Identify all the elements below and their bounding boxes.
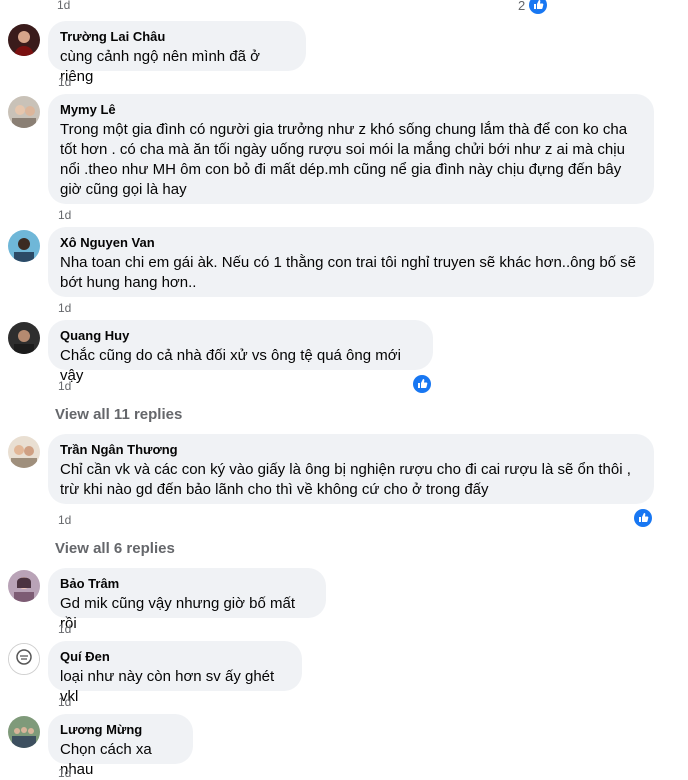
like-icon[interactable]	[634, 509, 652, 527]
comment-bubble: Trường Lai Châu cùng cảnh ngộ nên mình đ…	[48, 21, 306, 85]
comment-time[interactable]: 1d	[58, 75, 71, 89]
comment-text-line: giờ cũng gọi là hay	[60, 181, 187, 198]
comment-bubble: Quang Huy Chắc cũng do cả nhà đối xử vs …	[48, 320, 433, 384]
comment-author[interactable]: Trường Lai Châu	[60, 29, 294, 45]
comment-text-line: tốt hơn . có cha mà ăn tối ngày uống rượ…	[60, 141, 625, 158]
like-icon[interactable]	[413, 375, 431, 393]
comment-text: Chắc cũng do cả nhà đối xử vs ông tệ quá…	[60, 347, 401, 384]
avatar[interactable]	[8, 716, 40, 748]
comment-time[interactable]: 1d	[58, 379, 71, 393]
avatar[interactable]	[8, 570, 40, 602]
comment-text-line: Trong một gia đình có người gia trưởng n…	[60, 121, 628, 138]
comment-text-line: bớt hung hang hơn..	[60, 274, 197, 291]
avatar[interactable]	[8, 436, 40, 468]
comment-bubble: Lương Mừng Chọn cách xa nhau	[48, 714, 193, 778]
comment-bubble: Xô Nguyen Van Nha toan chi em gái àk. Nế…	[48, 227, 654, 297]
avatar[interactable]	[8, 24, 40, 56]
comment-text: loại như này còn hơn sv ấy ghét vkl	[60, 668, 275, 705]
like-icon[interactable]	[529, 0, 547, 14]
comment-time[interactable]: 1d	[58, 622, 71, 636]
comment-author[interactable]: Mymy Lê	[60, 102, 642, 118]
comment-bubble: Trần Ngân Thương Chỉ cần vk và các con k…	[48, 434, 654, 504]
avatar[interactable]	[8, 322, 40, 354]
comment-text: Chỉ cần vk và các con ký vào giấy là ông…	[60, 460, 642, 500]
comment-text-line: nổi .theo như MH ôm con bỏ đi mất dép.mh…	[60, 161, 622, 178]
comment-author[interactable]: Trần Ngân Thương	[60, 442, 642, 458]
reaction-count[interactable]: 2	[518, 0, 525, 14]
avatar[interactable]	[8, 230, 40, 262]
comment-text: Trong một gia đình có người gia trưởng n…	[60, 120, 642, 200]
comment-bubble: Bảo Trâm Gd mik cũng vậy nhưng giờ bố mấ…	[48, 568, 326, 632]
comment-author[interactable]: Quí Đen	[60, 649, 290, 665]
comment-text: Nha toan chi em gái àk. Nếu có 1 thằng c…	[60, 253, 642, 293]
avatar[interactable]	[8, 96, 40, 128]
comment-text: cùng cảnh ngộ nên mình đã ở riêng	[60, 48, 260, 85]
avatar[interactable]	[8, 643, 40, 675]
comment-text-line: trừ khi nào gd đến bảo lãnh cho thì về k…	[60, 481, 489, 498]
comment-time[interactable]: 1d	[58, 301, 71, 315]
view-replies-link[interactable]: View all 6 replies	[55, 539, 175, 559]
comment-time[interactable]: 1d	[58, 695, 71, 709]
comment-author[interactable]: Lương Mừng	[60, 722, 181, 738]
comment-bubble: Quí Đen loại như này còn hơn sv ấy ghét …	[48, 641, 302, 705]
comment-text: Gd mik cũng vậy nhưng giờ bố mất rồi	[60, 595, 295, 632]
comment-bubble: Mymy Lê Trong một gia đình có người gia …	[48, 94, 654, 204]
comment-time[interactable]: 1d	[58, 208, 71, 222]
comment-author[interactable]: Quang Huy	[60, 328, 421, 344]
comment-author[interactable]: Bảo Trâm	[60, 576, 314, 592]
comment-time[interactable]: 1d	[57, 0, 70, 12]
comment-time[interactable]: 1d	[58, 766, 71, 780]
comment-time[interactable]: 1d	[58, 513, 71, 527]
comment-author[interactable]: Xô Nguyen Van	[60, 235, 642, 251]
view-replies-link[interactable]: View all 11 replies	[55, 405, 182, 425]
comment-text-line: Nha toan chi em gái àk. Nếu có 1 thằng c…	[60, 254, 637, 271]
comment-text: Chọn cách xa nhau	[60, 741, 152, 778]
comment-text-line: Chỉ cần vk và các con ký vào giấy là ông…	[60, 461, 631, 478]
